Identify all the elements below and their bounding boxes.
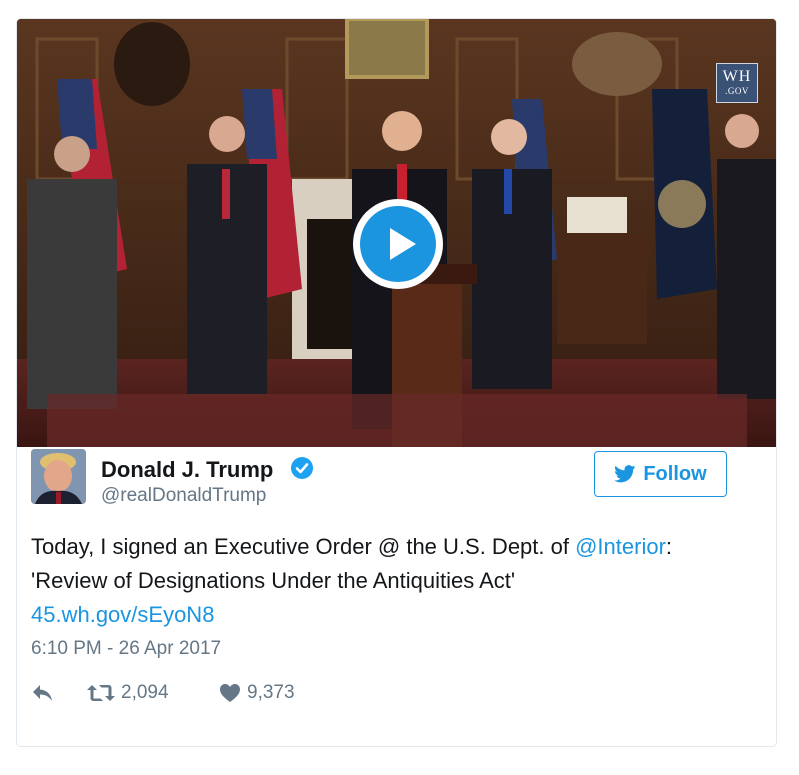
retweet-count: 2,094 xyxy=(121,682,169,703)
verified-badge-icon xyxy=(291,457,313,479)
avatar-image xyxy=(31,449,86,504)
wh-gov-watermark: WH .GOV xyxy=(716,63,758,103)
video-thumbnail[interactable]: WH .GOV xyxy=(17,19,776,447)
tweet-timestamp[interactable]: 6:10 PM - 26 Apr 2017 xyxy=(31,638,221,660)
watermark-bottom: .GOV xyxy=(725,86,749,96)
reply-icon xyxy=(33,685,52,701)
retweet-button[interactable]: 2,094 xyxy=(87,680,169,706)
retweet-icon xyxy=(87,685,115,701)
avatar[interactable] xyxy=(31,449,86,504)
tweet-text-before: Today, I signed an Executive Order @ the… xyxy=(31,534,576,559)
watermark-top: WH xyxy=(722,68,752,85)
follow-label: Follow xyxy=(643,462,707,485)
play-icon xyxy=(390,228,416,260)
tweet-url-link[interactable]: 45.wh.gov/sEyoN8 xyxy=(31,602,214,627)
author-handle[interactable]: @realDonaldTrump xyxy=(101,485,266,507)
tweet-text: Today, I signed an Executive Order @ the… xyxy=(31,530,741,632)
like-button[interactable]: 9,373 xyxy=(219,680,295,706)
like-count: 9,373 xyxy=(247,682,295,703)
play-button-circle xyxy=(360,206,436,282)
heart-icon xyxy=(220,684,240,702)
author-name[interactable]: Donald J. Trump xyxy=(101,457,273,483)
twitter-bird-icon xyxy=(614,465,636,483)
play-button[interactable] xyxy=(353,199,443,289)
follow-button[interactable]: Follow xyxy=(594,451,727,497)
reply-button[interactable] xyxy=(31,680,55,706)
mention-link[interactable]: @Interior xyxy=(575,534,666,559)
